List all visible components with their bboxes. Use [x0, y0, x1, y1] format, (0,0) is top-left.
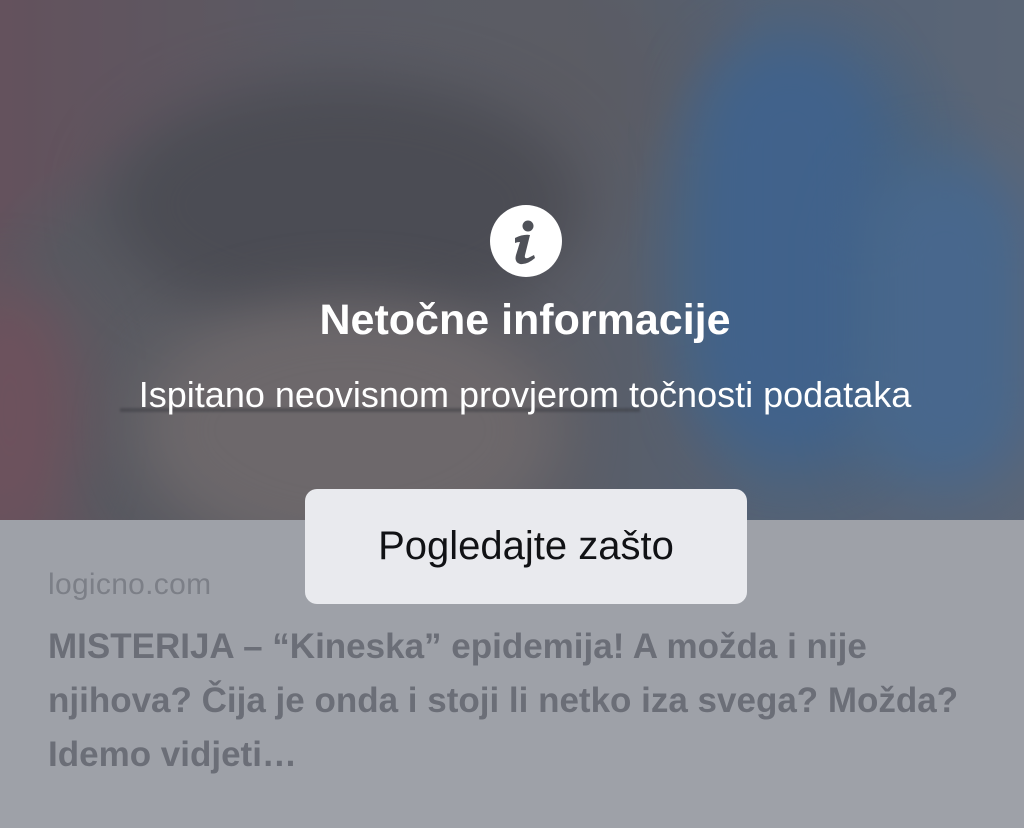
see-why-button[interactable]: Pogledajte zašto — [305, 489, 747, 604]
false-information-post-card[interactable]: logicno.com MISTERIJA – “Kineska” epidem… — [0, 0, 1024, 828]
info-icon — [490, 205, 562, 277]
link-domain: logicno.com — [48, 568, 212, 601]
warning-title: Netočne informacije — [319, 296, 731, 344]
link-headline[interactable]: MISTERIJA – “Kineska” epidemija! A možda… — [48, 620, 968, 782]
warning-subtitle: Ispitano neovisnom provjerom točnosti po… — [138, 374, 912, 415]
